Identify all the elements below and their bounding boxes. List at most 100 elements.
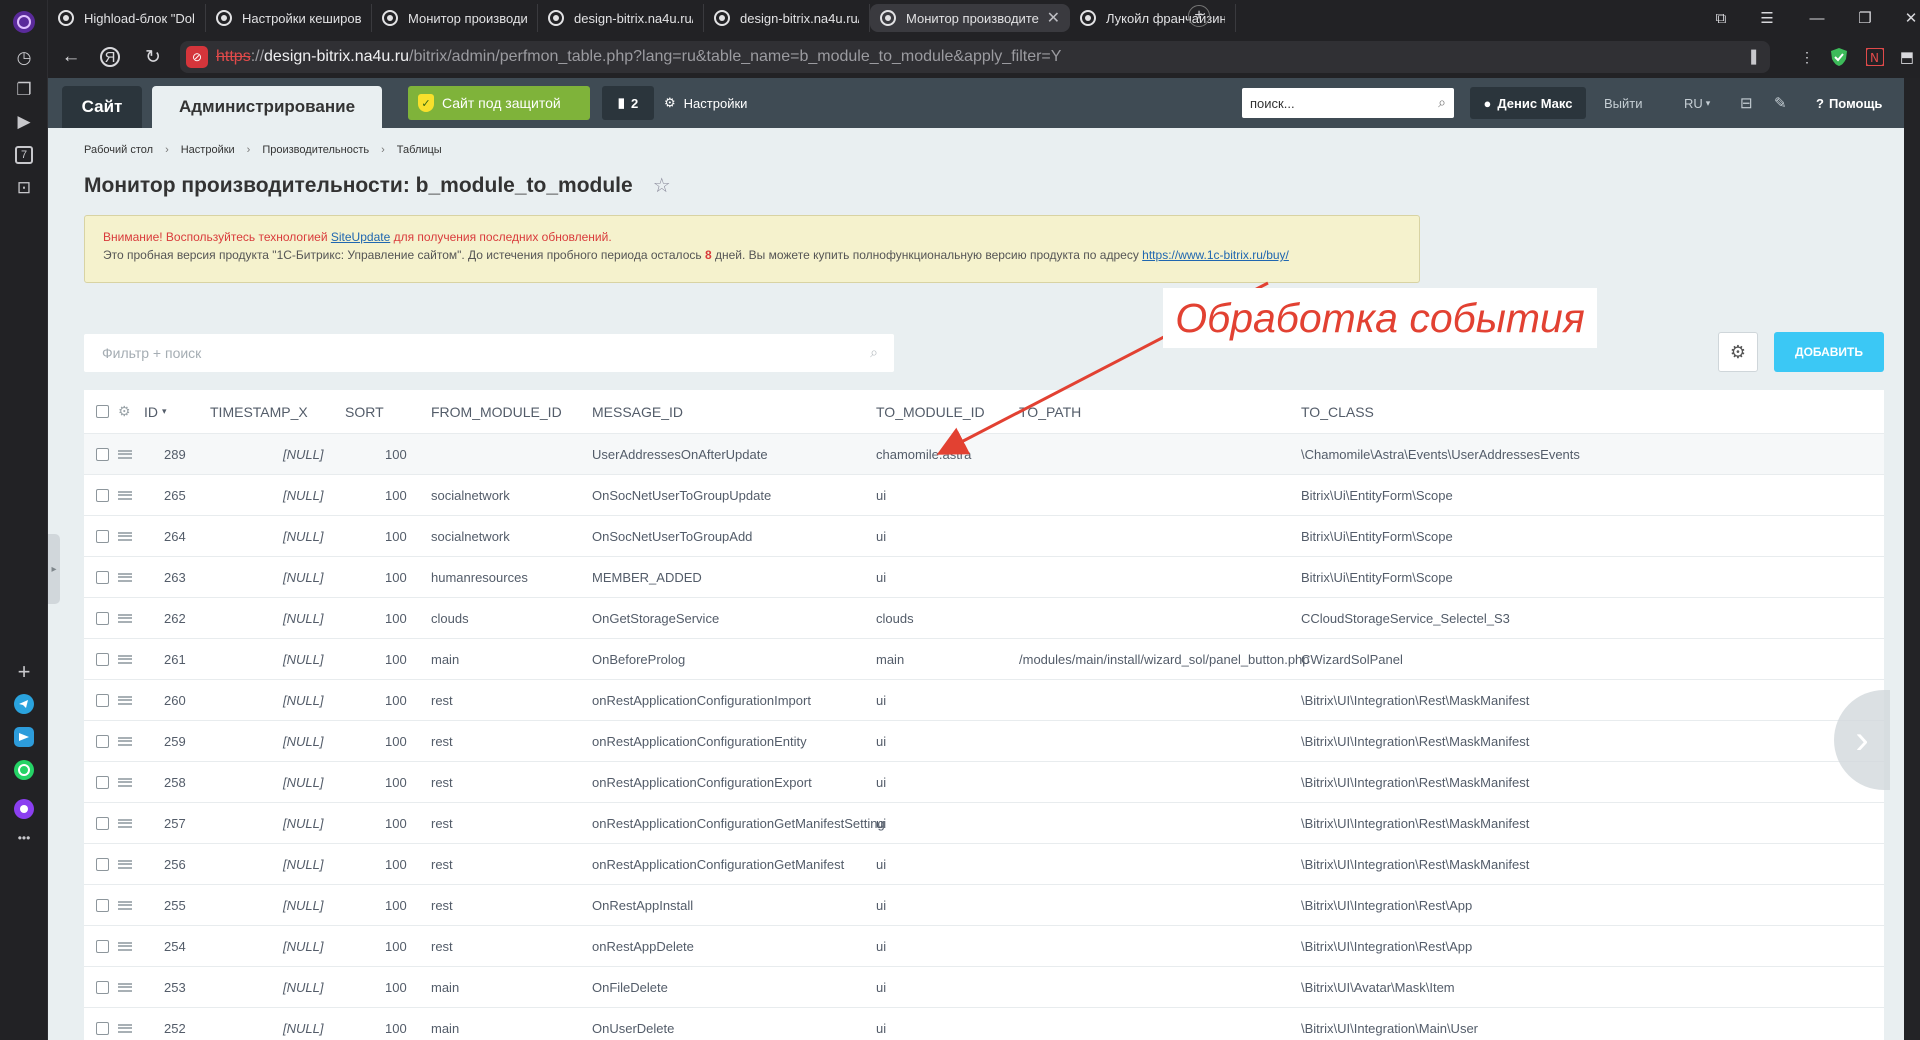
downloads-icon[interactable]: ⬒ bbox=[1894, 44, 1920, 70]
search-icon[interactable]: ⌕ bbox=[870, 344, 878, 361]
column-header-message-id[interactable]: MESSAGE_ID bbox=[592, 390, 683, 433]
table-row[interactable]: 261 [NULL] 100 main OnBeforeProlog main/modul… bbox=[84, 639, 1884, 680]
bookmark-icon[interactable]: ❚ bbox=[1747, 47, 1760, 65]
close-window-icon[interactable]: ✕ bbox=[1898, 5, 1920, 31]
table-row[interactable]: 258 [NULL] 100 rest onRestApplicationConfigu… bbox=[84, 762, 1884, 803]
back-icon[interactable]: ← bbox=[58, 44, 84, 70]
more-icon[interactable]: ••• bbox=[12, 826, 36, 850]
collections-icon[interactable]: ☰ bbox=[1754, 5, 1780, 31]
breadcrumb-item[interactable]: Производительность bbox=[262, 144, 369, 156]
history-icon[interactable]: ◷ bbox=[12, 46, 36, 70]
pin-icon[interactable]: ✎ bbox=[1774, 86, 1787, 120]
calendar-icon[interactable]: 7 bbox=[12, 143, 36, 167]
table-row[interactable]: 289 [NULL] 100 UserAddressesOnAfterUpdate ch… bbox=[84, 434, 1884, 475]
column-header-to-path[interactable]: TO_PATH bbox=[1019, 390, 1081, 433]
row-actions-icon[interactable] bbox=[118, 1008, 132, 1040]
site-protected-button[interactable]: ✓ Сайт под защитой bbox=[408, 86, 590, 120]
row-actions-icon[interactable] bbox=[118, 762, 132, 802]
row-actions-icon[interactable] bbox=[118, 434, 132, 474]
row-actions-icon[interactable] bbox=[118, 803, 132, 843]
table-row[interactable]: 254 [NULL] 100 rest onRestAppDelete ui \Bitrix… bbox=[84, 926, 1884, 967]
row-actions-icon[interactable] bbox=[118, 844, 132, 884]
minimize-icon[interactable]: — bbox=[1804, 5, 1830, 31]
row-actions-icon[interactable] bbox=[118, 926, 132, 966]
browser-tab[interactable]: Монитор производитель bbox=[372, 4, 538, 32]
row-checkbox[interactable] bbox=[96, 598, 109, 638]
tab-close-icon[interactable]: ✕ bbox=[1047, 8, 1060, 28]
browser-tab[interactable]: design-bitrix.na4u.ru/local bbox=[538, 4, 704, 32]
row-checkbox[interactable] bbox=[96, 926, 109, 966]
browser-tab[interactable]: Лукойл франчайзинг bbox=[1070, 4, 1236, 32]
buy-link[interactable]: https://www.1c-bitrix.ru/buy/ bbox=[1142, 248, 1289, 262]
row-checkbox[interactable] bbox=[96, 844, 109, 884]
notifications-button[interactable]: ▮ 2 bbox=[602, 86, 654, 120]
browser-tab[interactable]: Highload-блок "DollarExc bbox=[48, 4, 206, 32]
row-actions-icon[interactable] bbox=[118, 967, 132, 1007]
row-checkbox[interactable] bbox=[96, 721, 109, 761]
tab-administration[interactable]: Администрирование bbox=[152, 86, 382, 128]
table-row[interactable]: 262 [NULL] 100 clouds OnGetStorageService clo… bbox=[84, 598, 1884, 639]
grid-settings-button[interactable]: ⚙ bbox=[1718, 332, 1758, 372]
breadcrumb-item[interactable]: Настройки bbox=[181, 144, 235, 156]
help-link[interactable]: ? Помощь bbox=[1816, 86, 1882, 120]
settings-link[interactable]: ⚙ Настройки bbox=[664, 86, 747, 120]
row-actions-icon[interactable] bbox=[118, 475, 132, 515]
add-panel-icon[interactable]: + bbox=[12, 659, 36, 684]
alice-icon[interactable] bbox=[12, 797, 36, 821]
browser-tab[interactable]: Настройки кеширования bbox=[206, 4, 372, 32]
select-all-checkbox[interactable] bbox=[96, 390, 109, 433]
whatsapp-icon[interactable] bbox=[12, 758, 36, 782]
star-icon[interactable]: ☆ bbox=[653, 175, 671, 197]
row-checkbox[interactable] bbox=[96, 516, 109, 556]
row-actions-icon[interactable] bbox=[118, 639, 132, 679]
browser-logo-icon[interactable] bbox=[12, 10, 36, 34]
row-actions-icon[interactable] bbox=[118, 598, 132, 638]
row-checkbox[interactable] bbox=[96, 434, 109, 474]
tab-site[interactable]: Сайт bbox=[62, 86, 142, 128]
table-row[interactable]: 255 [NULL] 100 rest OnRestAppInstall ui \Bitri… bbox=[84, 885, 1884, 926]
table-row[interactable]: 253 [NULL] 100 main OnFileDelete ui \Bitrix\UI… bbox=[84, 967, 1884, 1008]
table-row[interactable]: 265 [NULL] 100 socialnetwork OnSocNetUserToG… bbox=[84, 475, 1884, 516]
column-header-id[interactable]: ID ▾ bbox=[144, 390, 167, 433]
user-button[interactable]: ● Денис Макс bbox=[1470, 87, 1586, 119]
row-actions-icon[interactable] bbox=[118, 721, 132, 761]
column-header-to-module[interactable]: TO_MODULE_ID bbox=[876, 390, 985, 433]
search-icon[interactable]: ⌕ bbox=[1438, 94, 1446, 111]
table-row[interactable]: 264 [NULL] 100 socialnetwork OnSocNetUserToG… bbox=[84, 516, 1884, 557]
sidebar-expand-handle[interactable]: ▸ bbox=[48, 534, 60, 604]
browser-tab[interactable]: design-bitrix.na4u.ru/local bbox=[704, 4, 870, 32]
header-search-input[interactable]: поиск... ⌕ bbox=[1242, 88, 1454, 118]
table-row[interactable]: 259 [NULL] 100 rest onRestApplicationConfigu… bbox=[84, 721, 1884, 762]
row-actions-icon[interactable] bbox=[118, 885, 132, 925]
new-tab-button[interactable]: + bbox=[1188, 5, 1210, 27]
row-checkbox[interactable] bbox=[96, 639, 109, 679]
table-row[interactable]: 256 [NULL] 100 rest onRestApplicationConfigu… bbox=[84, 844, 1884, 885]
row-checkbox[interactable] bbox=[96, 557, 109, 597]
reload-icon[interactable]: ↻ bbox=[140, 44, 166, 70]
column-header-from-module[interactable]: FROM_MODULE_ID bbox=[431, 390, 562, 433]
screenshot-icon[interactable]: ⊡ bbox=[12, 176, 36, 200]
column-header-timestamp[interactable]: TIMESTAMP_X bbox=[210, 390, 308, 433]
table-row[interactable]: 257 [NULL] 100 rest onRestApplicationConfigu… bbox=[84, 803, 1884, 844]
siteupdate-link[interactable]: SiteUpdate bbox=[331, 230, 390, 244]
insecure-lock-icon[interactable]: ⊘ bbox=[186, 46, 208, 68]
language-select[interactable]: RU ▾ bbox=[1684, 86, 1710, 120]
table-row[interactable]: 263 [NULL] 100 humanresources MEMBER_ADDED ui… bbox=[84, 557, 1884, 598]
browser-tab-active[interactable]: Монитор производите ✕ bbox=[870, 4, 1070, 32]
row-checkbox[interactable] bbox=[96, 803, 109, 843]
row-checkbox[interactable] bbox=[96, 680, 109, 720]
messenger-icon[interactable] bbox=[12, 725, 36, 749]
column-settings-icon[interactable]: ⚙ bbox=[118, 390, 131, 433]
media-icon[interactable]: ▶ bbox=[12, 110, 36, 134]
add-button[interactable]: ДОБАВИТЬ bbox=[1774, 332, 1884, 372]
extension-icon[interactable]: N bbox=[1862, 44, 1888, 70]
row-actions-icon[interactable] bbox=[118, 680, 132, 720]
table-row[interactable]: 260 [NULL] 100 rest onRestApplicationConfigu… bbox=[84, 680, 1884, 721]
yandex-icon[interactable]: Я bbox=[100, 47, 120, 67]
page-scrollbar[interactable] bbox=[1904, 78, 1920, 1040]
breadcrumb-item[interactable]: Рабочий стол bbox=[84, 144, 153, 156]
row-checkbox[interactable] bbox=[96, 475, 109, 515]
row-checkbox[interactable] bbox=[96, 885, 109, 925]
row-actions-icon[interactable] bbox=[118, 516, 132, 556]
logout-link[interactable]: Выйти bbox=[1604, 86, 1643, 120]
